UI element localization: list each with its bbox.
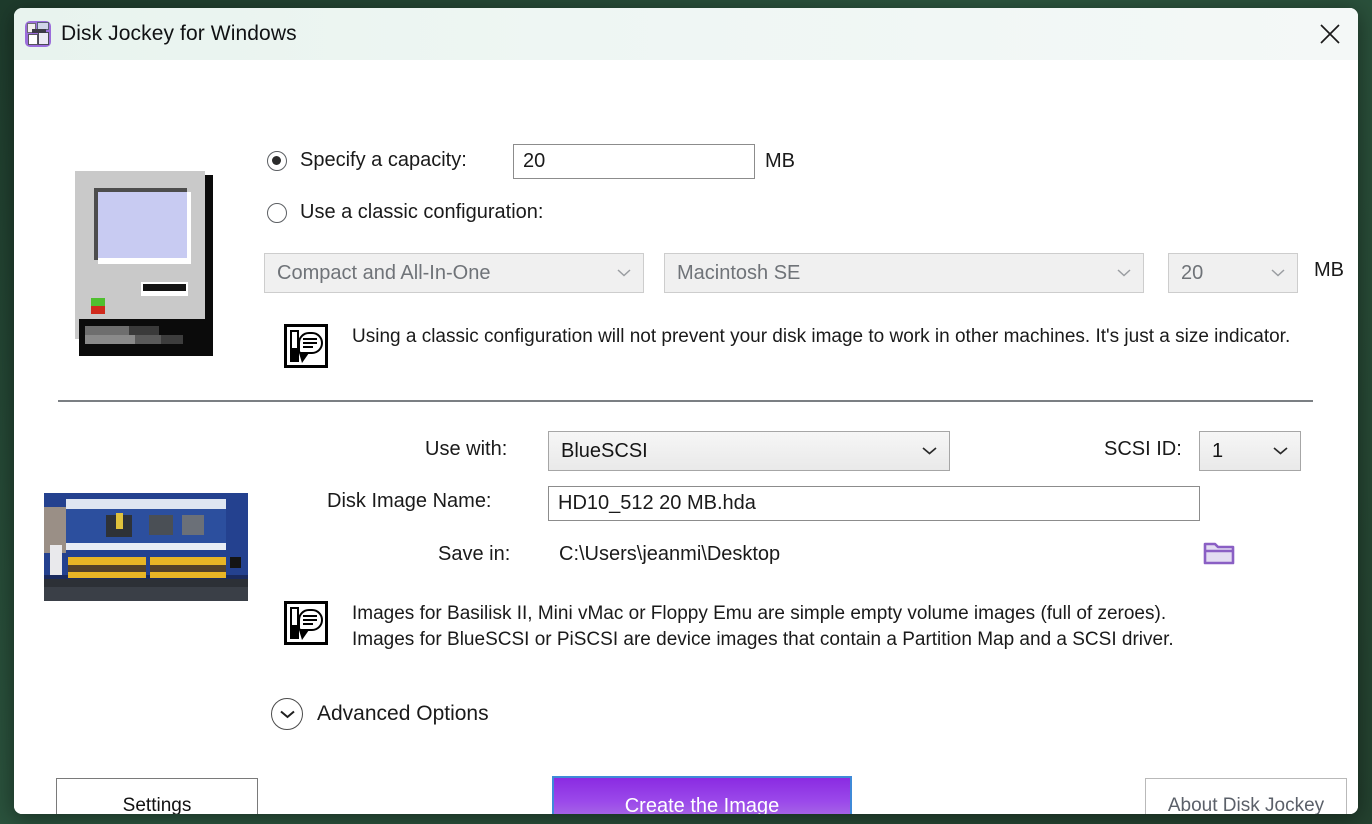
classic-config-note: Using a classic configuration will not p…: [284, 324, 1290, 368]
window-title: Disk Jockey for Windows: [61, 22, 297, 45]
use-with-label: Use with:: [425, 438, 508, 460]
chevron-down-icon: [1117, 269, 1131, 278]
advanced-options-label: Advanced Options: [317, 702, 489, 725]
chevron-down-icon: [922, 447, 937, 456]
classic-config-radio[interactable]: [267, 202, 287, 223]
save-in-label: Save in:: [438, 543, 511, 565]
chevron-down-icon: [1273, 447, 1288, 456]
chevron-down-circle-icon: [271, 698, 303, 730]
chevron-down-icon: [1271, 269, 1285, 278]
classic-config-label: Use a classic configuration:: [300, 201, 544, 223]
capacity-unit-label: MB: [765, 150, 795, 172]
advanced-options-expander[interactable]: Advanced Options: [271, 698, 489, 730]
folder-icon[interactable]: [1203, 539, 1239, 571]
classic-size-unit-label: MB: [1314, 259, 1344, 281]
classic-size-value: 20: [1181, 261, 1204, 284]
classic-size-select[interactable]: 20: [1168, 253, 1298, 293]
machine-model-select[interactable]: Macintosh SE: [664, 253, 1144, 293]
section-divider: [58, 400, 1313, 402]
machine-family-value: Compact and All-In-One: [277, 261, 491, 284]
info-note-icon: [284, 601, 328, 645]
machine-family-select[interactable]: Compact and All-In-One: [264, 253, 644, 293]
image-format-note-line1: Images for Basilisk II, Mini vMac or Flo…: [352, 603, 1167, 624]
save-in-path: C:\Users\jeanmi\Desktop: [559, 543, 781, 565]
image-format-note: Images for Basilisk II, Mini vMac or Flo…: [284, 601, 1174, 653]
about-disk-jockey-button[interactable]: About Disk Jockey: [1145, 778, 1347, 814]
disk-image-name-label: Disk Image Name:: [327, 490, 492, 512]
scsi-id-value: 1: [1212, 439, 1224, 462]
specify-capacity-label: Specify a capacity:: [300, 149, 467, 171]
specify-capacity-radio-row[interactable]: Specify a capacity:: [267, 149, 467, 172]
use-with-value: BlueSCSI: [561, 439, 648, 462]
create-image-button[interactable]: Create the Image: [552, 776, 852, 814]
image-format-note-line2: Images for BlueSCSI or PiSCSI are device…: [352, 629, 1174, 650]
title-bar: Disk Jockey for Windows: [14, 8, 1358, 60]
macintosh-se-illustration: [71, 167, 219, 356]
capacity-input[interactable]: 20: [513, 144, 755, 179]
specify-capacity-radio[interactable]: [267, 150, 287, 171]
info-note-icon: [284, 324, 328, 368]
scsi-id-select[interactable]: 1: [1199, 431, 1301, 471]
bluescsi-board-photo: [44, 493, 248, 601]
settings-button[interactable]: Settings: [56, 778, 258, 814]
chevron-down-icon: [617, 269, 631, 278]
dialog-body: Specify a capacity: 20 MB Use a classic …: [14, 60, 1358, 814]
disk-jockey-app-icon: [25, 21, 51, 47]
machine-model-value: Macintosh SE: [677, 261, 801, 284]
classic-config-radio-row[interactable]: Use a classic configuration:: [267, 201, 543, 224]
disk-image-name-input[interactable]: HD10_512 20 MB.hda: [548, 486, 1200, 521]
close-icon[interactable]: [1302, 8, 1358, 60]
classic-config-note-text: Using a classic configuration will not p…: [352, 326, 1291, 347]
app-window: Disk Jockey for Windows Specify a capaci…: [14, 8, 1358, 814]
scsi-id-label: SCSI ID:: [1104, 438, 1182, 460]
use-with-select[interactable]: BlueSCSI: [548, 431, 950, 471]
